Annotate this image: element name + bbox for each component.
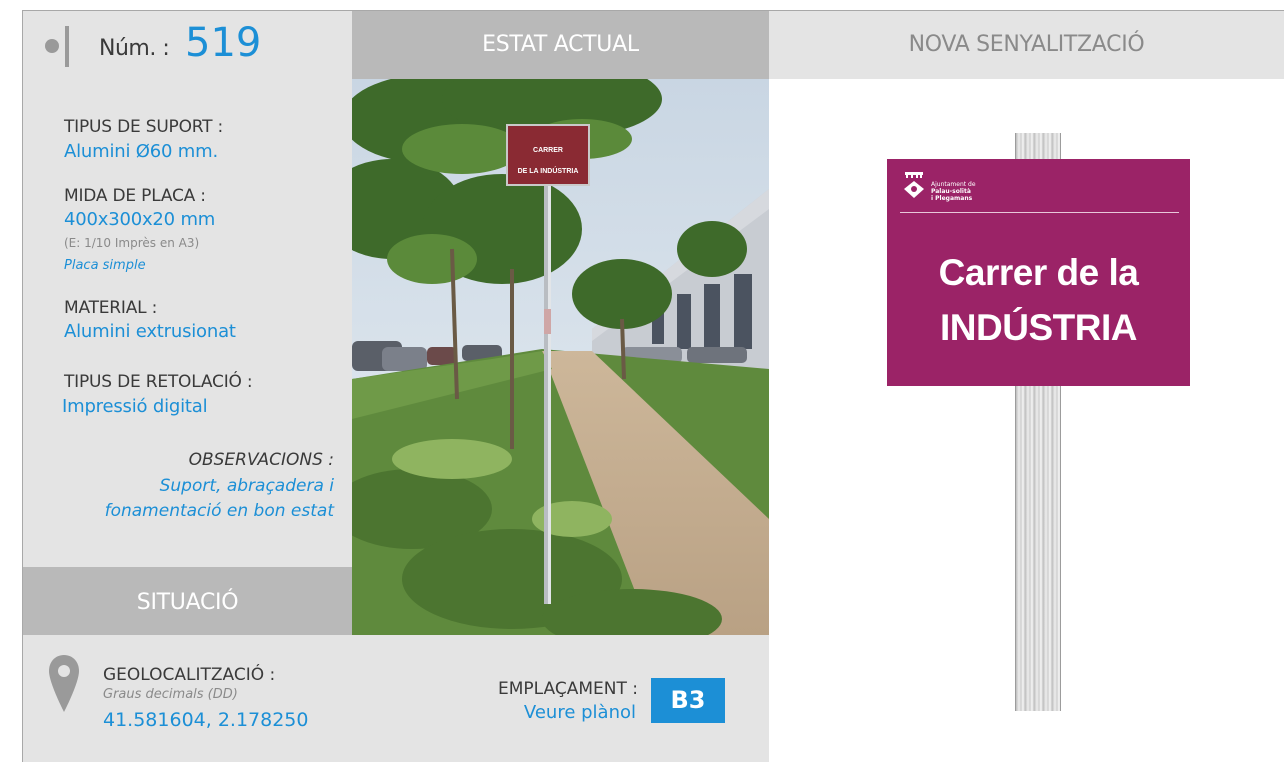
number-label: Núm. : [99,36,170,61]
new-sign-title-line2: INDÚSTRIA [940,307,1137,348]
situacio-title: SITUACIÓ [136,590,239,615]
emplacament-label: EMPLAÇAMENT : [498,679,638,699]
ajuntament-line2: Palau-solità [931,188,971,195]
bullet-bar-icon [65,26,69,67]
map-pin-icon [49,655,79,712]
current-state-photo: CARRER DE LA INDÚSTRIA [352,79,769,635]
number-value: 519 [185,20,262,66]
observacions-line1: Suport, abraçadera i [159,476,334,496]
retolacio-label: TIPUS DE RETOLACIÓ : [64,372,253,392]
geolocalitzacio-label: GEOLOCALITZACIÓ : [103,665,276,685]
plate-divider [900,212,1179,213]
ajuntament-line1: Ajuntament de [931,181,976,188]
photo-sign-line1: CARRER [533,147,563,154]
tipus-suport-value: Alumini Ø60 mm. [64,141,218,162]
material-value: Alumini extrusionat [64,321,236,342]
tipus-suport-label: TIPUS DE SUPORT : [64,117,224,137]
geolocalitzacio-format: Graus decimals (DD) [103,687,238,702]
observacions-label: OBSERVACIONS : [188,450,334,470]
new-sign-title-line1: Carrer de la [938,252,1139,293]
estat-actual-title: ESTAT ACTUAL [482,32,639,57]
nova-senyalitzacio-title: NOVA SENYALITZACIÓ [908,32,1145,57]
material-label: MATERIAL : [64,298,158,318]
observacions-line2: fonamentació en bon estat [104,501,334,521]
geolocalitzacio-value: 41.581604, 2.178250 [103,709,309,731]
mida-placa-label: MIDA DE PLACA : [64,186,206,206]
ajuntament-line3: i Plegamans [931,195,973,202]
ajuntament-text: Ajuntament de Palau-solità i Plegamans [931,181,976,202]
photo-sign-line2: DE LA INDÚSTRIA [518,166,579,175]
emplacament-code-badge: B3 [651,678,725,723]
mida-placa-value: 400x300x20 mm [64,209,216,230]
bullet-dot-icon [45,39,59,53]
retolacio-value: Impressió digital [62,396,208,417]
palau-solita-shield-icon [904,172,924,198]
mida-placa-escala: (E: 1/10 Imprès en A3) [64,236,200,250]
emplacament-link[interactable]: Veure plànol [440,702,636,723]
mida-placa-tipus: Placa simple [64,258,146,273]
